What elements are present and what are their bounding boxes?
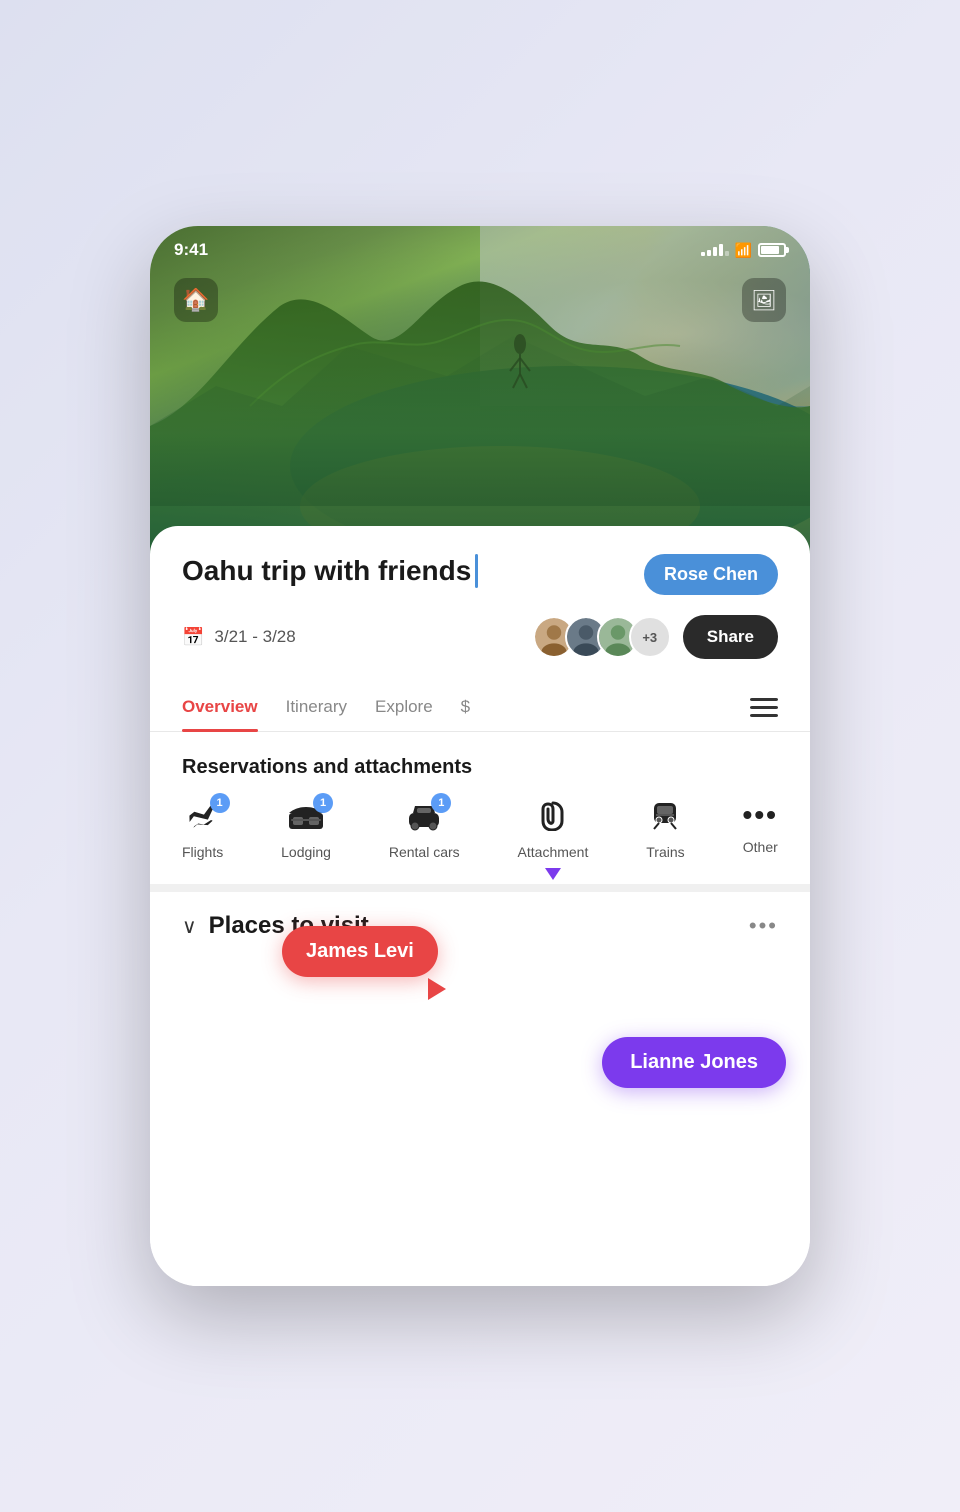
rental-cars-badge: 1 (431, 793, 451, 813)
train-icon (646, 799, 684, 831)
attachment-icon-wrap (534, 799, 572, 836)
share-button[interactable]: Share (683, 615, 778, 659)
title-row: Oahu trip with friends (182, 554, 478, 588)
tab-more-button[interactable] (750, 683, 778, 731)
photo-overlay-icons: 🏠 🖼 (150, 278, 810, 322)
tab-itinerary[interactable]: Itinerary (286, 683, 347, 731)
trip-header: Oahu trip with friends Rose Chen (182, 554, 778, 595)
james-cursor-icon (428, 978, 446, 1000)
tab-dollar[interactable]: $ (461, 683, 470, 731)
status-bar: 9:41 📶 (150, 226, 810, 274)
res-item-flights[interactable]: 1 Flights (182, 799, 223, 860)
date-range: 📅 3/21 - 3/28 (182, 627, 296, 648)
photo-button[interactable]: 🖼 (742, 278, 786, 322)
rental-cars-icon-wrap: 1 (405, 799, 443, 836)
tab-overview[interactable]: Overview (182, 683, 258, 731)
tab-explore[interactable]: Explore (375, 683, 433, 731)
rental-cars-label: Rental cars (389, 844, 460, 860)
signal-icon (701, 244, 729, 256)
other-label: Other (743, 839, 778, 855)
other-icon-wrap: ••• (743, 799, 778, 831)
meta-right: +3 Share (533, 615, 778, 659)
lianne-cursor-icon (545, 868, 561, 880)
flights-badge: 1 (210, 793, 230, 813)
wifi-icon: 📶 (735, 242, 752, 259)
res-item-lodging[interactable]: 1 Lodging (281, 799, 331, 860)
trains-icon-wrap (646, 799, 684, 836)
reservation-icons: 1 Flights 1 (182, 799, 778, 860)
trains-label: Trains (646, 844, 684, 860)
phone-frame: 9:41 📶 � (150, 226, 810, 1286)
calendar-icon: 📅 (182, 627, 204, 648)
james-levi-tag: James Levi (282, 926, 438, 977)
section-divider (150, 884, 810, 892)
status-icons: 📶 (701, 242, 786, 259)
res-item-rental-cars[interactable]: 1 Rental cars (389, 799, 460, 860)
lodging-icon-wrap: 1 (287, 799, 325, 836)
home-button[interactable]: 🏠 (174, 278, 218, 322)
places-section: ∨ Places to visit ••• (182, 892, 778, 940)
lodging-label: Lodging (281, 844, 331, 860)
avatar-group[interactable]: +3 (533, 616, 671, 658)
attachment-label: Attachment (518, 844, 589, 860)
res-item-other[interactable]: ••• Other (743, 799, 778, 855)
lodging-badge: 1 (313, 793, 333, 813)
places-more-button[interactable]: ••• (749, 913, 778, 939)
res-item-attachment[interactable]: Attachment (518, 799, 589, 860)
battery-icon (758, 243, 786, 257)
attachment-icon (534, 799, 572, 831)
other-icon: ••• (743, 799, 778, 831)
hamburger-icon (750, 697, 778, 717)
avatar-overflow: +3 (629, 616, 671, 658)
flights-icon-wrap: 1 (184, 799, 222, 836)
rose-chen-tag: Rose Chen (644, 554, 778, 595)
lianne-jones-tag: Lianne Jones (602, 1037, 786, 1088)
flights-label: Flights (182, 844, 223, 860)
res-item-trains[interactable]: Trains (646, 799, 684, 860)
reservations-section-title: Reservations and attachments (182, 756, 778, 779)
card-area: Oahu trip with friends Rose Chen 📅 3/21 … (150, 526, 810, 1286)
status-time: 9:41 (174, 240, 208, 260)
chevron-down-icon: ∨ (182, 914, 197, 939)
text-cursor-icon (475, 554, 478, 588)
trip-meta: 📅 3/21 - 3/28 (182, 615, 778, 659)
tab-bar: Overview Itinerary Explore $ (150, 683, 810, 732)
trip-title: Oahu trip with friends (182, 554, 471, 588)
